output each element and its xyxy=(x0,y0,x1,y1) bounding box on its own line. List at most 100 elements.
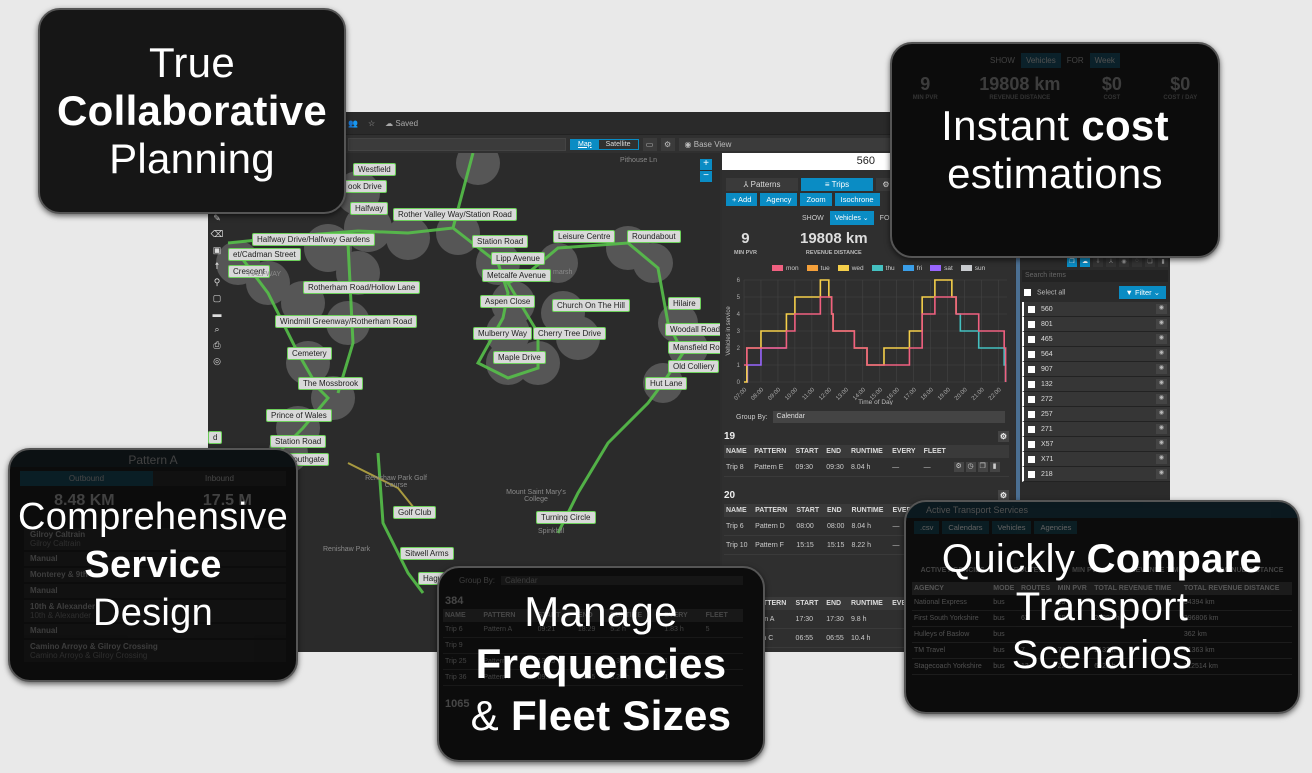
stop-label[interactable]: Mansfield Road xyxy=(668,341,720,354)
list-item[interactable]: X57 ◉ xyxy=(1022,437,1170,452)
eye-icon[interactable]: ◉ xyxy=(1156,394,1167,404)
search-items-input[interactable]: Search items xyxy=(1022,270,1168,282)
stop-label[interactable]: Mulberry Way xyxy=(473,327,533,340)
list-item[interactable]: 564 ◉ xyxy=(1022,347,1170,362)
stop-label[interactable]: Windmill Greenway/Rotherham Road xyxy=(275,315,418,328)
stop-label[interactable]: Station Road xyxy=(270,435,327,448)
gear-icon[interactable]: ⚙ xyxy=(998,431,1009,442)
stop-label[interactable]: Sitwell Arms xyxy=(400,547,454,560)
eye-icon[interactable]: ◉ xyxy=(1156,424,1167,434)
item-checkbox[interactable] xyxy=(1028,395,1035,403)
stop-label[interactable]: Roundabout xyxy=(627,230,681,243)
list-item[interactable]: X71 ◉ xyxy=(1022,452,1170,467)
download-icon[interactable]: ⇩ xyxy=(1093,258,1103,267)
list-item[interactable]: 218 ◉ xyxy=(1022,467,1170,482)
stop-label[interactable]: Leisure Centre xyxy=(553,230,616,243)
show-dropdown[interactable]: Vehicles ⌄ xyxy=(829,211,874,225)
stop-label[interactable]: Rother Valley Way/Station Road xyxy=(393,208,517,221)
item-checkbox[interactable] xyxy=(1028,410,1035,418)
eye-icon[interactable]: ◉ xyxy=(1156,304,1167,314)
zoom-out-button[interactable]: − xyxy=(700,171,712,182)
stop-label[interactable]: Hilaire xyxy=(668,297,701,310)
eye-icon[interactable]: ◉ xyxy=(1156,409,1167,419)
scenario-select[interactable] xyxy=(348,137,566,151)
legend-item[interactable]: sun xyxy=(960,265,985,272)
ruler-icon[interactable]: ▬ xyxy=(213,309,222,319)
list-item[interactable]: 465 ◉ xyxy=(1022,332,1170,347)
walk-icon[interactable]: ⚲ xyxy=(214,277,221,288)
star-icon[interactable]: ☆ xyxy=(368,119,375,128)
stop-label[interactable]: Prince of Wales xyxy=(266,409,332,422)
item-checkbox[interactable] xyxy=(1028,320,1035,328)
legend-item[interactable]: sat xyxy=(930,265,953,272)
comment-icon[interactable]: ▢ xyxy=(213,293,222,304)
monitor-icon[interactable]: ▭ xyxy=(642,137,657,151)
eye-icon[interactable]: ◉ xyxy=(1156,364,1167,374)
eye-icon[interactable]: ◉ xyxy=(1156,469,1167,479)
merge-icon[interactable]: ⅄ xyxy=(1106,258,1116,267)
stop-label[interactable]: Cemetery xyxy=(287,347,332,360)
stop-label[interactable]: Cherry Tree Drive xyxy=(533,327,607,340)
copy-icon[interactable]: ❐ xyxy=(977,462,988,472)
stop-label[interactable]: Halfway xyxy=(350,202,389,215)
stop-label[interactable]: Halfway Drive/Halfway Gardens xyxy=(252,233,375,246)
trash-icon[interactable]: ▮ xyxy=(1158,258,1168,267)
eye-icon[interactable]: ◉ xyxy=(1156,439,1167,449)
tab-trips[interactable]: ≡ Trips xyxy=(801,178,873,191)
stop-label[interactable]: Rotherham Road/Hollow Lane xyxy=(303,281,421,294)
agency-button[interactable]: Agency xyxy=(760,193,798,206)
item-checkbox[interactable] xyxy=(1028,455,1035,463)
gear-icon[interactable]: ⚙ xyxy=(953,462,964,472)
legend-item[interactable]: wed xyxy=(837,265,864,272)
zoom-button[interactable]: Zoom xyxy=(800,193,832,206)
list-item[interactable]: 132 ◉ xyxy=(1022,377,1170,392)
item-checkbox[interactable] xyxy=(1028,440,1035,448)
item-checkbox[interactable] xyxy=(1028,350,1035,358)
legend-item[interactable]: thu xyxy=(871,265,895,272)
bus-icon[interactable]: ▣ xyxy=(213,245,222,256)
stop-label[interactable]: Aspen Close xyxy=(480,295,536,308)
list-item[interactable]: 801 ◉ xyxy=(1022,317,1170,332)
stop-label[interactable]: The Mossbrook xyxy=(298,377,364,390)
item-checkbox[interactable] xyxy=(1028,335,1035,343)
item-checkbox[interactable] xyxy=(1028,425,1035,433)
add-button[interactable]: + Add xyxy=(726,193,758,206)
stop-label[interactable]: d xyxy=(208,431,223,444)
stop-label[interactable]: Station Road xyxy=(472,235,529,248)
eye-icon[interactable]: ◉ xyxy=(1156,334,1167,344)
stop-label[interactable]: Turning Circle xyxy=(536,511,596,524)
trash-icon[interactable]: ▮ xyxy=(989,462,1000,472)
search-icon[interactable]: ⌕ xyxy=(214,324,219,335)
group-by-select[interactable]: Calendar xyxy=(772,411,1005,423)
legend-item[interactable]: tue xyxy=(806,265,830,272)
stop-label[interactable]: et/Cadman Street xyxy=(228,248,301,261)
stop-label[interactable]: Metcalfe Avenue xyxy=(482,269,552,282)
filter-button[interactable]: ▼ Filter ⌄ xyxy=(1119,286,1166,299)
list-item[interactable]: 907 ◉ xyxy=(1022,362,1170,377)
select-all-checkbox[interactable]: Select all xyxy=(1024,288,1065,296)
stop-label[interactable]: Westfield xyxy=(353,163,396,176)
item-checkbox[interactable] xyxy=(1028,365,1035,373)
item-checkbox[interactable] xyxy=(1028,380,1035,388)
stop-label[interactable]: Church On The Hill xyxy=(552,299,630,312)
eye-off-icon[interactable]: ◌ xyxy=(1132,258,1142,267)
stop-label[interactable]: Old Colliery xyxy=(668,360,720,373)
zoom-in-button[interactable]: + xyxy=(700,159,712,170)
table-row[interactable]: Trip 8 Pattern E 09:30 09:30 8.04 h — — ⚙ ◷ ❐ ▮ xyxy=(724,458,1009,477)
stop-label[interactable]: Lipp Avenue xyxy=(491,252,545,265)
copy-icon[interactable]: ❐ xyxy=(1067,258,1077,267)
legend-item[interactable]: mon xyxy=(772,265,799,272)
stop-label[interactable]: ook Drive xyxy=(343,180,387,193)
isochrone-button[interactable]: Isochrone xyxy=(834,193,880,206)
stop-label[interactable]: Golf Club xyxy=(393,506,437,519)
eye-icon[interactable]: ◉ xyxy=(1156,319,1167,329)
eye-icon[interactable]: ◉ xyxy=(1156,454,1167,464)
stop-label[interactable]: Woodall Road xyxy=(665,323,720,336)
users-icon[interactable]: 👥 xyxy=(348,119,358,128)
clock-icon[interactable]: ◷ xyxy=(965,462,976,472)
eye-icon[interactable]: ◉ xyxy=(1119,258,1129,267)
item-checkbox[interactable] xyxy=(1028,470,1035,478)
print-icon[interactable]: ⎙ xyxy=(213,340,220,351)
legend-item[interactable]: fri xyxy=(902,265,922,272)
upload-icon[interactable]: ☁ xyxy=(1080,258,1090,267)
